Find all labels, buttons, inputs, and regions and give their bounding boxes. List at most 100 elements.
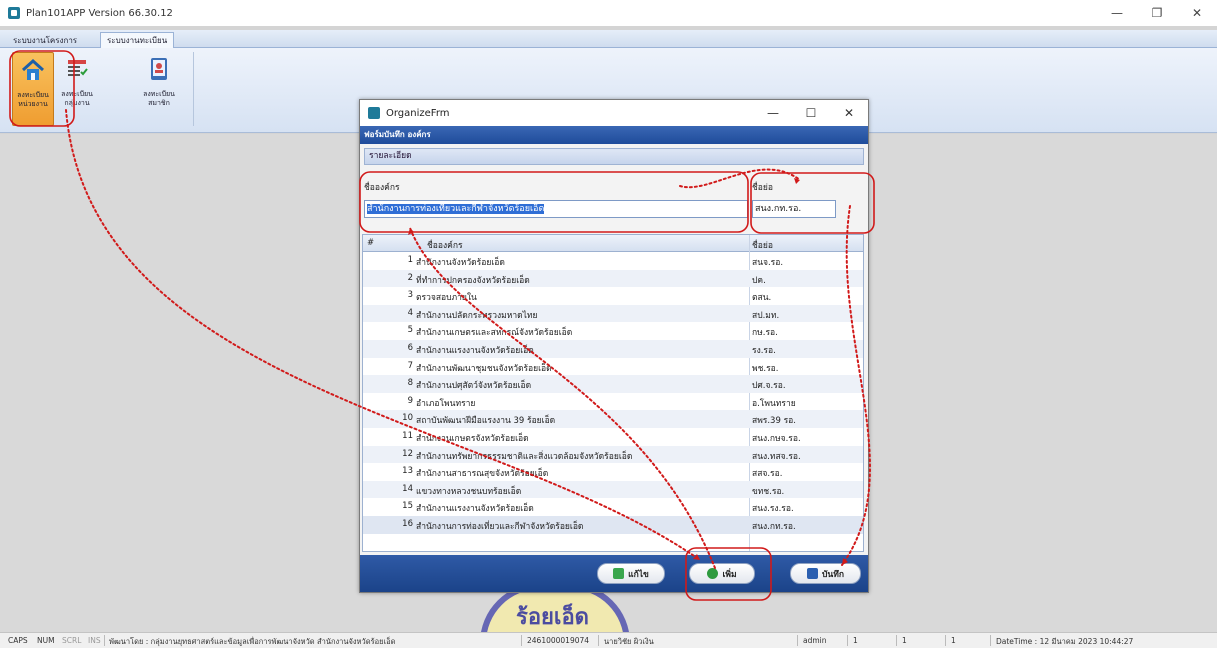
grid-cell-name: สำนักงานทรัพยากรธรรมชาติและสิ่งแวดล้อมจั… [416,451,633,462]
table-row[interactable]: 1 สำนักงานจังหวัดร้อยเอ็ด สนจ.รอ. [363,252,863,270]
grid-col-abbr[interactable]: ชื่อย่อ [752,238,773,252]
save-button-label: บันทึก [822,569,844,580]
table-row[interactable]: 12 สำนักงานทรัพยากรธรรมชาติและสิ่งแวดล้อม… [363,445,863,464]
add-button[interactable]: เพิ่ม [689,563,755,584]
grid-cell-abbr: สนง.รง.รอ. [752,504,794,515]
grid-cell-name: สำนักงานเกษตรและสหกรณ์จังหวัดร้อยเอ็ด [416,328,573,339]
grid-col-num[interactable]: # [367,238,374,248]
app-titlebar: Plan101APP Version 66.30.12 — ❐ ✕ [0,0,1217,26]
grid-cell-abbr: ปศ.จ.รอ. [752,381,786,392]
details-group-header: รายละเอียด [364,148,864,165]
maximize-button[interactable]: ❐ [1137,0,1177,26]
grid-cell-num: 2 [407,272,413,283]
table-row[interactable]: 5 สำนักงานเกษตรและสหกรณ์จังหวัดร้อยเอ็ด กษ… [363,322,863,340]
add-button-label: เพิ่ม [722,569,737,580]
status-id: 2461000019074 [527,636,590,645]
status-field-2: 1 [902,636,907,645]
abbr-label: ชื่อย่อ [752,183,773,193]
grid-cell-name: สำนักงานสาธารณสุขจังหวัดร้อยเอ็ด [416,469,549,480]
save-icon [807,568,819,579]
table-row[interactable]: 16 สำนักงานการท่องเที่ยวและกีฬาจังหวัดร้อ… [363,515,863,534]
close-button[interactable]: ✕ [1177,0,1217,26]
grid-cell-abbr: ขทช.รอ. [752,486,785,497]
table-row[interactable]: 10 สถาบันพัฒนาฝีมือแรงงาน 39 ร้อยเอ็ด สพร.… [363,410,863,428]
grid-cell-num: 3 [407,290,413,301]
statusbar: CAPS NUM SCRL INS พัฒนาโดย : กลุ่มงานยุท… [0,632,1217,648]
status-separator [990,635,991,646]
table-row[interactable]: 13 สำนักงานสาธารณสุขจังหวัดร้อยเอ็ด สสจ.รอ… [363,463,863,481]
grid-cell-abbr: สพร.39 รอ. [752,416,796,427]
status-separator [847,635,848,646]
status-developer: พัฒนาโดย : กลุ่มงานยุทธศาสตร์และข้อมูลเพ… [109,637,396,646]
grid-cell-num: 8 [407,378,413,389]
grid-col-name[interactable]: ชื่อองค์กร [427,238,463,252]
abbr-input[interactable]: สนง.กท.รอ. [752,200,836,218]
table-row[interactable]: 2 ที่ทำการปกครองจังหวัดร้อยเอ็ด ปค. [363,269,863,288]
dialog-title: OrganizeFrm [386,107,450,119]
status-field-3: 1 [951,636,956,645]
organize-dialog: OrganizeFrm — ☐ ✕ ฟอร์มบันทึก องค์กร ราย… [359,99,869,593]
dialog-controls: — ☐ ✕ [754,100,868,126]
ribbon-label: หน่วยงาน [18,100,48,108]
grid-cell-name: สำนักงานปลัดกระทรวงมหาดไทย [416,310,538,321]
grid-cell-num: 13 [402,466,413,477]
status-separator [598,635,599,646]
logo-glyph: ร้อยเอ็ด [516,605,589,630]
tab-project-system[interactable]: ระบบงานโครงการ [6,32,84,48]
table-row[interactable]: 6 สำนักงานแรงงานจังหวัดร้อยเอ็ด รง.รอ. [363,339,863,358]
minimize-button[interactable]: — [1097,0,1137,26]
ribbon-label: ลงทะเบียน [17,91,49,99]
status-field-1: 1 [853,636,858,645]
org-name-input[interactable]: สำนักงานการท่องเที่ยวและกีฬาจังหวัดร้อยเ… [364,200,748,218]
window-controls: — ❐ ✕ [1097,0,1217,26]
app-icon [8,7,20,19]
save-button[interactable]: บันทึก [790,563,861,584]
dialog-titlebar: OrganizeFrm — ☐ ✕ [360,100,868,126]
table-row[interactable]: 15 สำนักงานแรงงานจังหวัดร้อยเอ็ด สนง.รง.รอ… [363,498,863,516]
grid-cell-name: อำเภอโพนทราย [416,398,476,409]
table-row[interactable]: 11 สำนักงานเกษตรจังหวัดร้อยเอ็ด สนง.กษจ.รอ… [363,428,863,446]
ribbon-label: ลงทะเบียน [61,90,93,98]
ribbon-tabbar: ระบบงานโครงการ ระบบงานทะเบียน [0,30,1217,48]
list-check-icon [68,60,88,76]
table-row[interactable]: 8 สำนักงานปศุสัตว์จังหวัดร้อยเอ็ด ปศ.จ.รอ. [363,375,863,393]
register-group-button[interactable]: ลงทะเบียน กลุ่มงาน [56,52,98,126]
grid-cell-abbr: รง.รอ. [752,345,776,356]
status-separator [521,635,522,646]
ribbon-label: ลงทะเบียน [143,90,175,98]
status-separator [945,635,946,646]
form-header: ฟอร์มบันทึก องค์กร [360,126,868,144]
tab-registration-system[interactable]: ระบบงานทะเบียน [100,32,175,48]
dialog-minimize-button[interactable]: — [754,100,792,126]
grid-cell-name: สำนักงานแรงงานจังหวัดร้อยเอ็ด [416,345,534,356]
home-icon [21,58,45,80]
grid-cell-abbr: ปค. [752,275,766,286]
edit-button[interactable]: แก้ไข [597,563,665,584]
table-row[interactable]: 14 แขวงทางหลวงชนบทร้อยเอ็ด ขทช.รอ. [363,480,863,499]
grid-cell-abbr: สป.มท. [752,310,780,321]
status-ins: INS [88,636,101,645]
grid-cell-num: 6 [407,342,413,353]
table-row[interactable]: 4 สำนักงานปลัดกระทรวงมหาดไทย สป.มท. [363,304,863,323]
grid-cell-num: 4 [407,307,413,318]
status-separator [896,635,897,646]
grid-cell-num: 11 [402,430,413,441]
table-row[interactable]: 7 สำนักงานพัฒนาชุมชนจังหวัดร้อยเอ็ด พช.รอ. [363,358,863,376]
organization-grid: # ชื่อองค์กร ชื่อย่อ 1 สำนักงานจังหวัดร้อ… [362,234,864,552]
table-row[interactable]: 9 อำเภอโพนทราย อ.โพนทราย [363,393,863,411]
status-num: NUM [37,636,55,645]
table-row[interactable]: 3 ตรวจสอบภายใน ตสน. [363,287,863,305]
grid-cell-name: สำนักงานการท่องเที่ยวและกีฬาจังหวัดร้อยเ… [416,521,584,532]
dialog-maximize-button[interactable]: ☐ [792,100,830,126]
grid-cell-name: ตรวจสอบภายใน [416,293,477,304]
status-user: นายวิชัย ผิวเงิน [604,637,654,646]
grid-cell-abbr: อ.โพนทราย [752,398,796,409]
grid-cell-abbr: ตสน. [752,293,772,304]
dialog-close-button[interactable]: ✕ [830,100,868,126]
dialog-app-icon [368,107,380,119]
register-agency-button[interactable]: ลงทะเบียน หน่วยงาน [12,52,54,126]
app-title: Plan101APP Version 66.30.12 [26,7,173,19]
register-member-button[interactable]: ลงทะเบียน สมาชิก [138,52,180,126]
edit-button-label: แก้ไข [628,569,649,580]
grid-cell-name: ที่ทำการปกครองจังหวัดร้อยเอ็ด [416,275,530,286]
